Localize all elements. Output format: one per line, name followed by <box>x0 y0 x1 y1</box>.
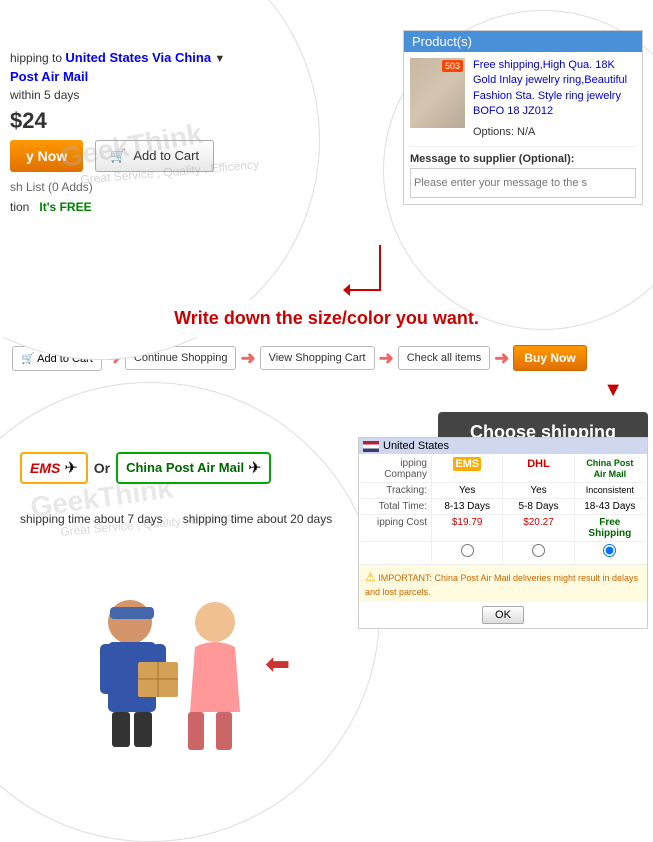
write-down-text: Write down the size/color you want. <box>174 308 479 328</box>
shipping-time-row: shipping time about 7 days shipping time… <box>20 512 332 526</box>
step-check-items[interactable]: Check all items <box>398 346 491 370</box>
bottom-section: GeekThink Great Service , Quality , Effi… <box>0 402 653 782</box>
buy-now-button[interactable]: y Now <box>10 140 83 172</box>
step-arrow-2: ➜ <box>240 348 255 369</box>
ems-col-header: EMS <box>453 457 481 471</box>
china-col-header: China PostAir Mail <box>586 458 633 479</box>
step-view-cart[interactable]: View Shopping Cart <box>260 346 375 370</box>
table-col-headers: ipping Company EMS DHL China PostAir Mai… <box>361 456 645 483</box>
table-header: United States <box>359 438 647 454</box>
shipping-method-line: Post Air Mail <box>10 69 270 84</box>
dhl-radio[interactable] <box>532 544 545 557</box>
step-buy-now[interactable]: Buy Now <box>513 345 586 371</box>
ems-option[interactable]: EMS ✈ <box>20 452 88 484</box>
step-arrow-4: ➜ <box>494 348 509 369</box>
protection-line: tion It's FREE <box>10 200 270 214</box>
cart-icon: 🛒 <box>110 148 126 163</box>
product-panel: Product(s) 503 Free shipping,High Qua. 1… <box>403 30 643 205</box>
product-image: 503 <box>410 58 465 128</box>
shipping-table: United States ipping Company EMS DHL Chi… <box>358 437 648 629</box>
china-post-radio[interactable] <box>603 544 616 557</box>
days-line: within 5 days <box>10 88 270 102</box>
tracking-row: Tracking: Yes Yes Inconsistent <box>361 483 645 499</box>
message-input[interactable] <box>410 168 636 198</box>
ok-button[interactable]: OK <box>482 606 524 624</box>
cost-row: ipping Cost $19.79 $20.27 Free Shipping <box>361 515 645 542</box>
dropdown-arrow[interactable]: ▼ <box>214 53 225 65</box>
price-display: $24 <box>10 108 270 134</box>
shipping-options: EMS ✈ Or China Post Air Mail ✈ <box>20 452 271 484</box>
shipping-method-link[interactable]: Post Air Mail <box>10 69 88 84</box>
down-arrow-icon: ▼ <box>603 379 623 401</box>
product-badge: 503 <box>442 60 463 72</box>
step-arrow-3: ➜ <box>379 348 394 369</box>
bottom-left-arrow: ⬅ <box>265 647 290 682</box>
product-title: Free shipping,High Qua. 18K Gold Inlay j… <box>473 58 636 120</box>
us-flag-icon <box>363 441 379 452</box>
important-note: ⚠ IMPORTANT: China Post Air Mail deliver… <box>359 564 647 602</box>
china-post-label: China Post Air Mail <box>126 460 244 477</box>
person-illustration <box>60 582 260 762</box>
important-text: IMPORTANT: China Post Air Mail deliverie… <box>365 573 638 597</box>
ems-shipping-time: shipping time about 7 days <box>20 512 163 526</box>
china-post-option[interactable]: China Post Air Mail ✈ <box>116 452 271 484</box>
shipping-destination-line: hipping to United States Via China ▼ <box>10 50 270 65</box>
shipping-label: hipping to <box>10 51 62 65</box>
table-country: United States <box>383 440 449 452</box>
ems-radio[interactable] <box>461 544 474 557</box>
product-options: Options: N/A <box>473 126 636 138</box>
time-row: Total Time: 8-13 Days 5-8 Days 18-43 Day… <box>361 499 645 515</box>
china-post-shipping-time: shipping time about 20 days <box>183 512 332 526</box>
shipping-destination-link[interactable]: United States Via China <box>65 50 211 65</box>
cart-step-icon: 🛒 <box>21 353 35 365</box>
ems-plane-icon: ✈ <box>64 458 77 478</box>
product-header: Product(s) <box>404 31 642 52</box>
ems-logo: EMS <box>30 460 60 476</box>
china-post-plane-icon: ✈ <box>248 458 261 478</box>
arrow-connector <box>340 240 390 303</box>
dhl-col-header: DHL <box>527 458 550 470</box>
message-label: Message to supplier (Optional): <box>410 153 636 165</box>
wish-list-line: sh List (0 Adds) <box>10 180 270 194</box>
radio-row <box>361 542 645 562</box>
or-text: Or <box>94 460 110 476</box>
